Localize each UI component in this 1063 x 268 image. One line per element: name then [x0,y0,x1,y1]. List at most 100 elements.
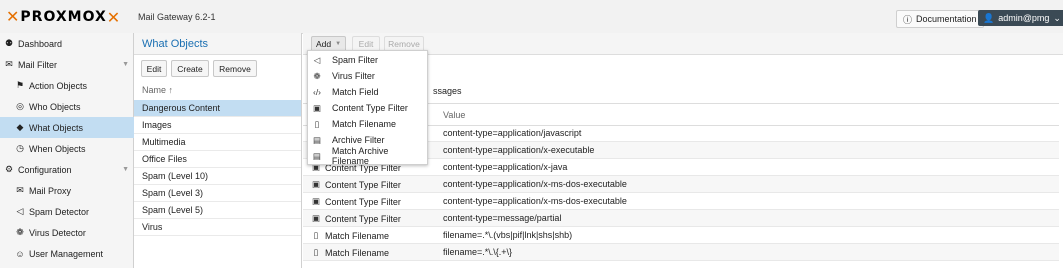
bullhorn-icon: ◁ [313,54,321,65]
proxmox-logo[interactable]: ✕ PROXMOX ✕ [6,7,121,27]
table-row[interactable]: ▣ Content Type Filter content-type=applic… [303,176,1059,193]
nav-virus-detector[interactable]: ❁ Virus Detector [0,222,148,243]
nav-label: What Objects [29,122,84,133]
list-item[interactable]: Images [134,117,301,134]
user-menu-button[interactable]: 👤 admin@pmg ⌄ [978,10,1063,26]
type-label: Match Filename [325,247,390,258]
documentation-button[interactable]: ⓘ Documentation [896,10,984,28]
chevron-down-icon: ▼ [335,41,342,47]
type-cell: ▯ Match Filename [311,247,389,258]
type-label: Content Type Filter [325,179,401,190]
nav-label: User Management [29,248,104,259]
list-item-label: Office Files [142,154,187,164]
value-cell: content-type=application/x-executable [443,145,595,155]
table-row[interactable]: ▯ Match Filename filename=.*\.\{.+\} [303,244,1059,261]
chevron-down-icon[interactable]: ▼ [122,166,129,173]
nav-label: Mail Filter [18,59,58,70]
type-cell: ▯ Match Filename [311,230,389,241]
nav-who-objects[interactable]: ◎ Who Objects [0,96,148,117]
top-bar: ✕ PROXMOX ✕ Mail Gateway 6.2-1 ⓘ Documen… [0,0,1063,34]
nav-label: Dashboard [18,38,63,49]
list-item[interactable]: Virus [134,219,301,236]
list-item[interactable]: Multimedia [134,134,301,151]
logo-x-icon-right: ✕ [106,7,121,27]
column-header-label: Name ↑ [142,85,174,95]
value-cell: content-type=application/x-ms-dos-execut… [443,196,627,206]
list-item[interactable]: Office Files [134,151,301,168]
image-file-icon: ▣ [311,179,321,189]
cube-icon: ◆ [16,122,24,132]
type-label: Content Type Filter [325,213,401,224]
user-circle-icon: ◎ [16,101,24,111]
list-item-label: Spam (Level 3) [142,188,204,198]
nav-label: Spam Detector [29,206,90,217]
menu-item-label: Match Field [332,87,379,97]
table-row[interactable]: ▣ Content Type Filter content-type=messag… [303,210,1059,227]
value-cell: filename=.*\.\{.+\} [443,247,513,257]
envelope-outline-icon: ✉ [16,185,24,195]
what-objects-panel: What Objects Edit Create Remove Name ↑ D… [134,33,302,268]
archive-file-icon: ▤ [312,150,321,161]
nav-what-objects[interactable]: ◆ What Objects [0,117,148,138]
menu-item-match-archive-filename[interactable]: ▤ Match Archive Filename [308,146,427,166]
menu-item-spam-filter[interactable]: ◁ Spam Filter [308,52,427,68]
archive-file-icon: ▤ [312,134,322,145]
menu-item-match-filename[interactable]: ▯ Match Filename [308,116,427,132]
list-item-label: Images [142,120,172,130]
panel-header: What Objects [134,33,301,55]
bullhorn-icon: ◁ [16,206,24,216]
nav-mail-proxy[interactable]: ✉ Mail Proxy [0,180,148,201]
nav-configuration[interactable]: ⚙ Configuration ▼ [0,159,137,180]
list-item-label: Virus [142,222,163,232]
list-item-label: Multimedia [142,137,186,147]
image-file-icon: ▣ [311,196,321,206]
table-row[interactable]: ▣ Content Type Filter content-type=applic… [303,193,1059,210]
dashboard-icon: ⚉ [4,38,14,48]
nav-spam-detector[interactable]: ◁ Spam Detector [0,201,148,222]
nav-label: When Objects [29,143,86,154]
file-icon: ▯ [314,118,320,129]
clock-icon: ◷ [16,143,24,153]
chevron-down-icon: ⌄ [1053,12,1061,23]
nav-user-management[interactable]: ☺ User Management [0,243,148,264]
type-label: Match Filename [325,230,390,241]
type-label: Content Type Filter [325,196,401,207]
objects-toolbar: Edit Create Remove [134,55,301,79]
menu-item-label: Match Filename [332,119,397,129]
nav-when-objects[interactable]: ◷ When Objects [0,138,148,159]
logo-text: PROXMOX [20,9,107,25]
menu-item-label: Spam Filter [332,55,379,65]
list-item[interactable]: Spam (Level 10) [134,168,301,185]
name-column-header[interactable]: Name ↑ [134,79,301,101]
remove-object-button[interactable]: Remove [213,60,257,77]
table-row[interactable]: ▯ Match Filename filename=.*\.(vbs|pif|ln… [303,227,1059,244]
chevron-down-icon[interactable]: ▼ [122,61,129,68]
object-info-text: ssages [433,86,462,96]
menu-item-content-type-filter[interactable]: ▣ Content Type Filter [308,100,427,116]
logo-x-icon: ✕ [6,7,20,26]
panel-title: What Objects [142,38,209,50]
menu-item-match-field[interactable]: ‹/› Match Field [308,84,427,100]
type-cell: ▣ Content Type Filter [311,179,401,190]
value-cell: content-type=application/x-java [443,162,568,172]
create-object-button[interactable]: Create [171,60,209,77]
list-item[interactable]: Dangerous Content [134,100,301,117]
list-item-label: Dangerous Content [142,103,221,113]
edit-object-button[interactable]: Edit [141,60,167,77]
nav-mail-filter[interactable]: ✉ Mail Filter ▼ [0,54,137,75]
nav-dashboard[interactable]: ⚉ Dashboard [0,33,137,54]
info-icon: ⓘ [903,14,913,25]
nav-action-objects[interactable]: ⚑ Action Objects [0,75,148,96]
menu-item-virus-filter[interactable]: ❁ Virus Filter [308,68,427,84]
list-item[interactable]: Spam (Level 3) [134,185,301,202]
menu-item-label: Match Archive Filename [331,146,389,166]
cogs-icon: ⚙ [4,164,14,174]
image-file-icon: ▣ [312,102,322,113]
type-cell: ▣ Content Type Filter [311,196,401,207]
list-item[interactable]: Spam (Level 5) [134,202,301,219]
add-dropdown-menu: ◁ Spam Filter ❁ Virus Filter ‹/› Match F… [307,50,428,166]
menu-item-label: Content Type Filter [332,103,408,113]
value-column-header[interactable]: Value [443,110,465,120]
users-icon: ☺ [15,248,25,259]
menu-item-label: Virus Filter [332,71,375,81]
